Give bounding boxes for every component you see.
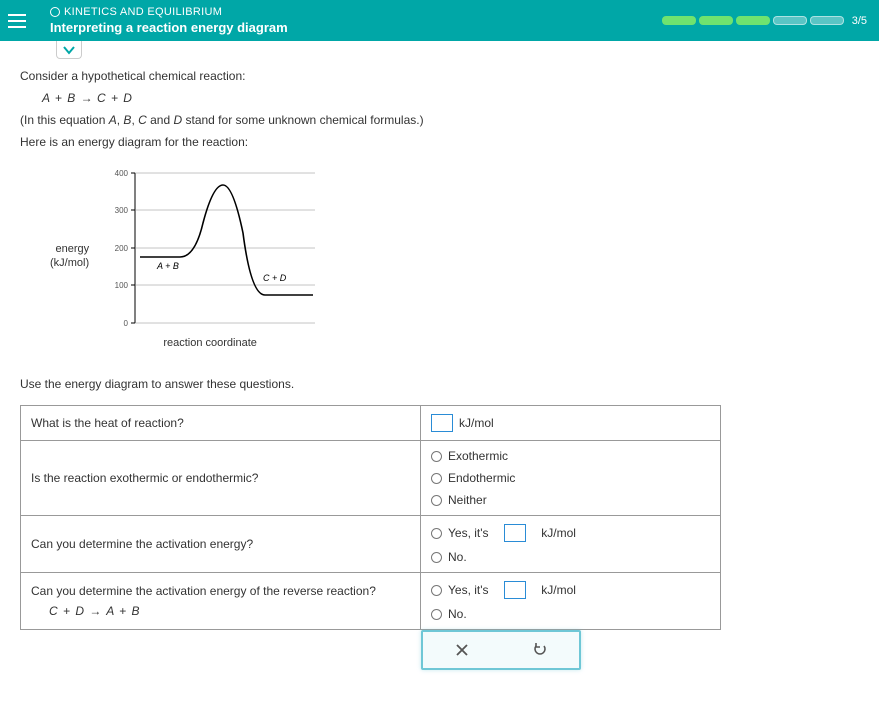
progress-segment: [699, 16, 733, 25]
chevron-down-icon: [63, 45, 75, 55]
svg-text:C + D: C + D: [263, 273, 287, 283]
svg-text:A + B: A + B: [156, 261, 179, 271]
header-category: KINETICS AND EQUILIBRIUM: [50, 6, 662, 18]
action-box: [421, 630, 581, 670]
q2-opt-exothermic[interactable]: Exothermic: [431, 449, 710, 463]
header-titles: KINETICS AND EQUILIBRIUM Interpreting a …: [50, 6, 662, 35]
reset-button[interactable]: [530, 640, 550, 660]
svg-text:300: 300: [115, 206, 129, 215]
intro-here-is: Here is an energy diagram for the reacti…: [20, 135, 859, 149]
q2-opt-endothermic[interactable]: Endothermic: [431, 471, 710, 485]
action-bar: [20, 630, 859, 670]
q1-answer: kJ/mol: [421, 406, 721, 441]
progress-segment: [773, 16, 807, 25]
q4-opt-yes[interactable]: Yes, it's kJ/mol: [431, 581, 710, 599]
svg-text:100: 100: [115, 281, 129, 290]
q2-text: Is the reaction exothermic or endothermi…: [21, 441, 421, 516]
q2-opt-neither[interactable]: Neither: [431, 493, 710, 507]
energy-diagram: energy (kJ/mol): [50, 163, 859, 349]
undo-icon: [533, 643, 547, 657]
q4-answer: Yes, it's kJ/mol No.: [421, 573, 721, 630]
collapse-tab[interactable]: [56, 41, 82, 59]
progress-segment: [662, 16, 696, 25]
q3-answer: Yes, it's kJ/mol No.: [421, 516, 721, 573]
header-title: Interpreting a reaction energy diagram: [50, 20, 662, 35]
q3-text: Can you determine the activation energy?: [21, 516, 421, 573]
app-header: KINETICS AND EQUILIBRIUM Interpreting a …: [0, 0, 879, 41]
content-area: Consider a hypothetical chemical reactio…: [0, 41, 879, 710]
progress-segment: [736, 16, 770, 25]
q1-text: What is the heat of reaction?: [21, 406, 421, 441]
q4-input[interactable]: [504, 581, 526, 599]
q3-opt-no[interactable]: No.: [431, 550, 710, 564]
q2-answer: Exothermic Endothermic Neither: [421, 441, 721, 516]
intro-consider: Consider a hypothetical chemical reactio…: [20, 69, 859, 83]
use-instruction: Use the energy diagram to answer these q…: [20, 377, 859, 391]
q3-input[interactable]: [504, 524, 526, 542]
svg-text:400: 400: [115, 169, 129, 178]
y-axis-label: energy (kJ/mol): [50, 242, 89, 271]
question-table: What is the heat of reaction? kJ/mol Is …: [20, 405, 721, 630]
progress-segment: [810, 16, 844, 25]
energy-diagram-svg: 0 100 200 300 400 A + B C + D: [95, 163, 325, 333]
progress-label: 3/5: [852, 15, 867, 27]
clear-button[interactable]: [452, 640, 472, 660]
close-icon: [455, 643, 469, 657]
intro-explain: (In this equation A, B, C and D stand fo…: [20, 113, 859, 127]
q1-unit: kJ/mol: [459, 416, 494, 430]
reaction-equation: A + B → C + D: [42, 91, 859, 105]
q4-text: Can you determine the activation energy …: [21, 573, 421, 630]
reverse-equation: C + D → A + B: [49, 604, 410, 618]
progress-bar: 3/5: [662, 15, 867, 27]
q4-opt-no[interactable]: No.: [431, 607, 710, 621]
svg-text:0: 0: [124, 319, 129, 328]
x-axis-label: reaction coordinate: [163, 337, 257, 349]
menu-button[interactable]: [8, 7, 36, 35]
q3-opt-yes[interactable]: Yes, it's kJ/mol: [431, 524, 710, 542]
svg-text:200: 200: [115, 244, 129, 253]
q1-input[interactable]: [431, 414, 453, 432]
